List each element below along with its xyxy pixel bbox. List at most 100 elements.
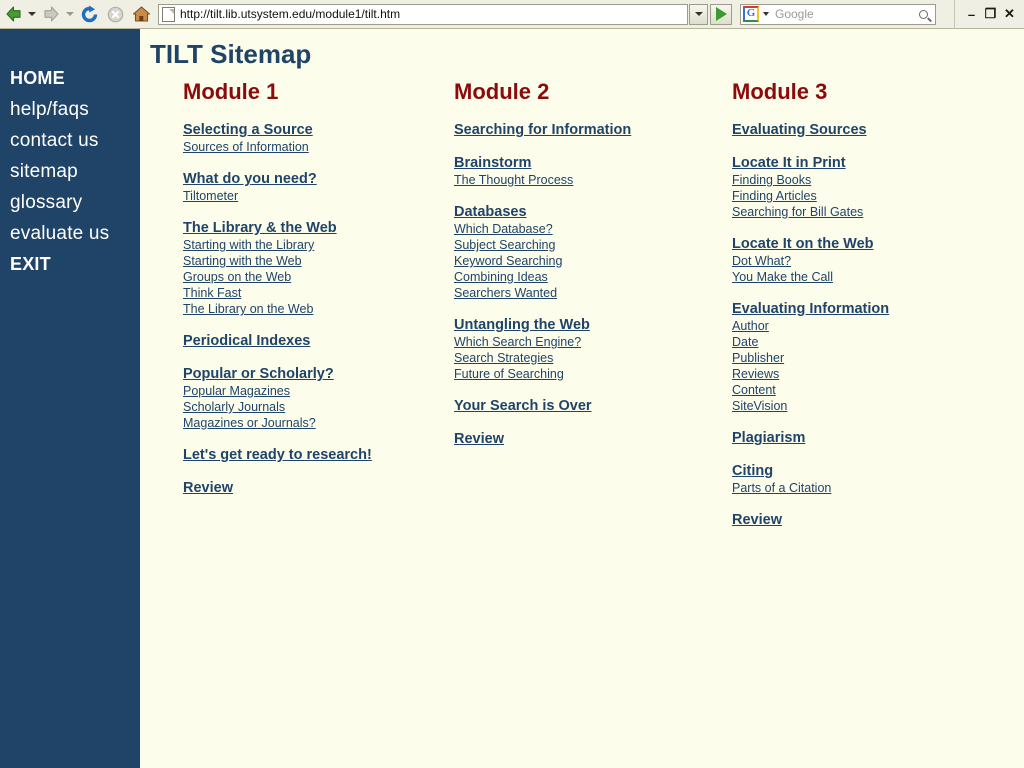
home-button[interactable] (128, 1, 154, 27)
sidebar-item-sitemap[interactable]: sitemap (0, 156, 140, 187)
sub-link[interactable]: Dot What? (732, 253, 971, 269)
sub-link[interactable]: SiteVision (732, 398, 971, 414)
link-group: The Library & the Web Starting with the L… (183, 219, 417, 317)
restore-button[interactable]: ❐ (981, 3, 1000, 25)
sub-link[interactable]: Date (732, 334, 971, 350)
section-link[interactable]: Review (454, 430, 694, 448)
sub-link[interactable]: Combining Ideas (454, 269, 694, 285)
link-group: Citing Parts of a Citation (732, 462, 971, 496)
google-logo-icon: G (743, 6, 759, 22)
go-button[interactable] (710, 3, 732, 25)
forward-button[interactable] (38, 1, 64, 27)
sidebar-item-glossary[interactable]: glossary (0, 187, 140, 218)
minimize-button[interactable]: – (962, 3, 981, 25)
section-link[interactable]: Citing (732, 462, 971, 480)
sidebar-item-home[interactable]: HOME (0, 63, 140, 94)
close-button[interactable]: ✕ (1000, 3, 1019, 25)
sidebar-item-exit[interactable]: EXIT (0, 249, 140, 280)
link-group: Periodical Indexes (183, 332, 417, 350)
reload-button[interactable] (76, 1, 102, 27)
section-link[interactable]: Popular or Scholarly? (183, 365, 417, 383)
module-column: Module 3 Evaluating Sources Locate It in P… (694, 79, 971, 544)
sub-link[interactable]: Subject Searching (454, 237, 694, 253)
sub-link[interactable]: Tiltometer (183, 188, 417, 204)
sidebar-item-contact-us[interactable]: contact us (0, 125, 140, 156)
link-group: Databases Which Database? Subject Searchin… (454, 203, 694, 301)
sub-link[interactable]: Which Database? (454, 221, 694, 237)
back-button[interactable] (0, 1, 26, 27)
search-icon[interactable] (911, 5, 935, 24)
section-link[interactable]: The Library & the Web (183, 219, 417, 237)
module-heading: Module 3 (732, 79, 828, 104)
section-link[interactable]: Evaluating Sources (732, 121, 971, 139)
search-input[interactable]: Google (771, 7, 911, 21)
section-link[interactable]: Brainstorm (454, 154, 694, 172)
link-group: Popular or Scholarly? Popular Magazines Sc… (183, 365, 417, 431)
link-group: Let's get ready to research! (183, 446, 417, 464)
section-link[interactable]: Let's get ready to research! (183, 446, 417, 464)
sidebar-item-evaluate-us[interactable]: evaluate us (0, 218, 140, 249)
section-link[interactable]: Periodical Indexes (183, 332, 417, 350)
back-history-caret[interactable] (26, 1, 38, 27)
sub-link[interactable]: Which Search Engine? (454, 334, 694, 350)
module-columns: Module 1 Selecting a Source Sources of Inf… (140, 79, 1024, 544)
search-engine-caret[interactable] (760, 4, 771, 25)
forward-history-caret[interactable] (64, 1, 76, 27)
link-group: Review (183, 479, 417, 497)
section-link[interactable]: Locate It on the Web (732, 235, 971, 253)
reload-icon (81, 5, 97, 22)
sub-link[interactable]: Author (732, 318, 971, 334)
sub-link[interactable]: Search Strategies (454, 350, 694, 366)
sub-link[interactable]: Finding Articles (732, 188, 971, 204)
sub-link[interactable]: Publisher (732, 350, 971, 366)
section-link[interactable]: Untangling the Web (454, 316, 694, 334)
module-column: Module 2 Searching for Information Brainst… (417, 79, 694, 544)
module-heading: Module 1 (183, 79, 279, 104)
section-link[interactable]: Review (183, 479, 417, 497)
sub-link[interactable]: Content (732, 382, 971, 398)
sub-link[interactable]: Future of Searching (454, 366, 694, 382)
sub-link[interactable]: Reviews (732, 366, 971, 382)
link-group: Selecting a Source Sources of Information (183, 121, 417, 155)
link-group: Locate It on the Web Dot What? You Make th… (732, 235, 971, 285)
section-link[interactable]: Review (732, 511, 971, 529)
section-link[interactable]: Searching for Information (454, 121, 694, 139)
url-dropdown-button[interactable] (689, 3, 708, 25)
sub-link[interactable]: Parts of a Citation (732, 480, 971, 496)
sub-link[interactable]: Sources of Information (183, 139, 417, 155)
section-link[interactable]: Your Search is Over (454, 397, 694, 415)
link-group: Brainstorm The Thought Process (454, 154, 694, 188)
section-link[interactable]: Selecting a Source (183, 121, 417, 139)
sub-link[interactable]: Searchers Wanted (454, 285, 694, 301)
sub-link[interactable]: Searching for Bill Gates (732, 204, 971, 220)
stop-button[interactable] (102, 1, 128, 27)
link-group: Evaluating Information Author Date Publishe… (732, 300, 971, 414)
sub-link[interactable]: Groups on the Web (183, 269, 417, 285)
sub-link[interactable]: Think Fast (183, 285, 417, 301)
section-link[interactable]: Locate It in Print (732, 154, 971, 172)
back-arrow-icon (5, 6, 21, 22)
main-content: TILT Sitemap Module 1 Selecting a Source S… (140, 29, 1024, 768)
link-group: Untangling the Web Which Search Engine? Se… (454, 316, 694, 382)
sub-link[interactable]: Starting with the Library (183, 237, 417, 253)
sub-link[interactable]: The Library on the Web (183, 301, 417, 317)
url-text: http://tilt.lib.utsystem.edu/module1/til… (180, 7, 401, 21)
section-link[interactable]: What do you need? (183, 170, 417, 188)
link-group: Review (454, 430, 694, 448)
section-link[interactable]: Evaluating Information (732, 300, 971, 318)
sidebar-item-help-faqs[interactable]: help/faqs (0, 94, 140, 125)
link-group: Review (732, 511, 971, 529)
sub-link[interactable]: Keyword Searching (454, 253, 694, 269)
sub-link[interactable]: Magazines or Journals? (183, 415, 417, 431)
sub-link[interactable]: Starting with the Web (183, 253, 417, 269)
browser-toolbar: http://tilt.lib.utsystem.edu/module1/til… (0, 0, 1024, 29)
search-box[interactable]: G Google (740, 3, 936, 25)
section-link[interactable]: Plagiarism (732, 429, 971, 447)
sub-link[interactable]: The Thought Process (454, 172, 694, 188)
section-link[interactable]: Databases (454, 203, 694, 221)
sub-link[interactable]: Popular Magazines (183, 383, 417, 399)
sub-link[interactable]: You Make the Call (732, 269, 971, 285)
sub-link[interactable]: Scholarly Journals (183, 399, 417, 415)
address-bar[interactable]: http://tilt.lib.utsystem.edu/module1/til… (158, 3, 688, 25)
sub-link[interactable]: Finding Books (732, 172, 971, 188)
